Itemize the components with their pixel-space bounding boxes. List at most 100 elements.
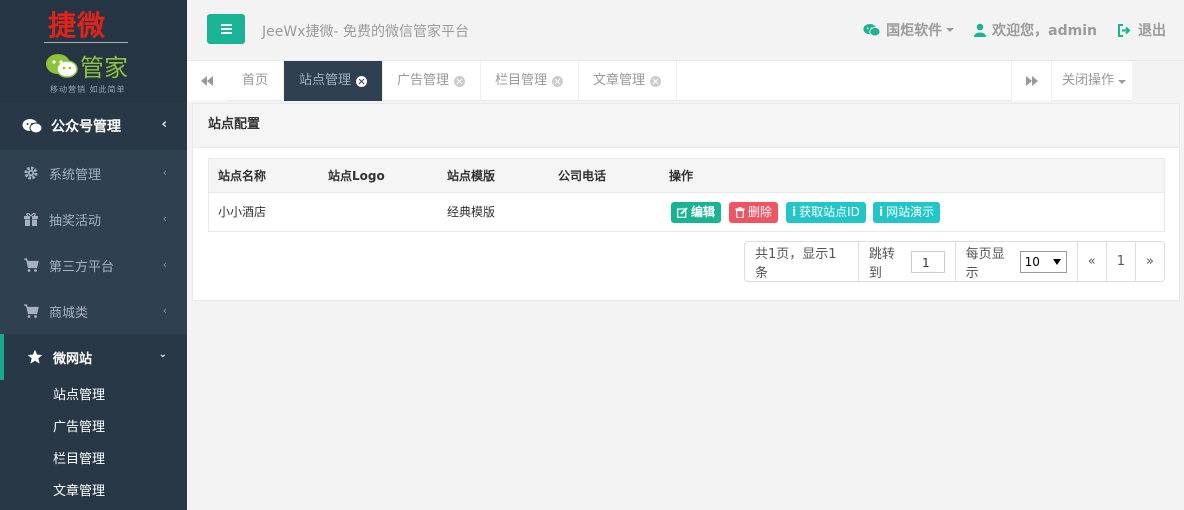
logo-title: 捷微 (48, 9, 107, 42)
tab-article-management[interactable]: 文章管理 (578, 61, 678, 101)
info-icon: i (792, 205, 797, 219)
company-dropdown[interactable]: 国炬软件 (863, 20, 955, 40)
prev-page-button[interactable]: « (1078, 242, 1107, 281)
chevron-left-icon: ‹ (161, 117, 167, 132)
logo: 捷微 管家 移动营销 如此简单 (0, 0, 187, 102)
column-header: 站点Logo (328, 169, 385, 183)
submenu-item-article-management[interactable]: 文章管理 (0, 476, 187, 508)
sidebar-item-label: 商城类 (49, 305, 89, 321)
get-site-id-button[interactable]: i 获取站点ID (786, 202, 866, 223)
site-name-cell: 小小酒店 (218, 205, 267, 219)
per-page-label: 每页显示 (965, 246, 1005, 281)
chevron-left-icon: ‹ (162, 212, 167, 225)
info-icon: i (879, 205, 884, 219)
tab-site-management[interactable]: 站点管理 (284, 61, 384, 101)
tab-label: 文章管理 (593, 73, 646, 88)
edit-button[interactable]: 编辑 (671, 202, 722, 223)
gear-icon (24, 166, 38, 180)
column-header: 站点模版 (447, 169, 496, 183)
delete-label: 删除 (748, 205, 773, 219)
table-header: 站点名称 站点Logo 站点模版 公司电话 操作 (209, 159, 1164, 193)
star-icon (27, 349, 43, 364)
logout-label: 退出 (1138, 23, 1166, 39)
wechat-logo-icon (46, 54, 78, 78)
close-icon[interactable] (552, 75, 564, 87)
sidebar-item-wechat-accounts[interactable]: 公众号管理 ‹ (0, 102, 187, 150)
tab-label: 广告管理 (397, 73, 450, 88)
tab-column-management[interactable]: 栏目管理 (480, 61, 580, 101)
edit-label: 编辑 (691, 205, 716, 219)
wechat-icon (22, 119, 42, 134)
tab-home[interactable]: 首页 (227, 61, 285, 101)
per-page-select[interactable]: 10 (1019, 250, 1067, 273)
backward-icon (201, 76, 213, 86)
column-header: 操作 (669, 169, 694, 183)
sidebar-item-label: 抽奖活动 (49, 213, 102, 229)
logo-slogan: 移动营销 如此简单 (50, 85, 126, 94)
cart-icon (24, 258, 39, 272)
submenu-item-site-management[interactable]: 站点管理 (0, 380, 187, 412)
logout-link[interactable]: 退出 (1117, 20, 1166, 40)
pagination-summary: 共1页，显示1条 (745, 242, 859, 281)
forward-icon (1025, 76, 1038, 86)
jump-label: 跳转到 (868, 246, 895, 281)
site-config-panel: 站点配置 站点名称 站点Logo 站点模版 公司电话 操作 小小酒店 经典模版 … (192, 103, 1180, 301)
hamburger-icon-line (221, 28, 232, 30)
delete-button[interactable]: 删除 (729, 202, 779, 223)
logo-subtitle: 管家 (80, 54, 128, 82)
close-icon[interactable] (454, 75, 466, 87)
caret-down-icon (946, 28, 955, 32)
menu-toggle-button[interactable] (207, 14, 245, 44)
sidebar: 捷微 管家 移动营销 如此简单 公众号管理 ‹ 系统管理 ‹ 抽奖活动 ‹ 第三… (0, 0, 187, 510)
header-title: JeeWx捷微- 免费的微信管家平台 (262, 24, 469, 40)
close-icon[interactable] (356, 75, 368, 87)
site-template-cell: 经典模版 (447, 205, 496, 219)
page-tabs: 首页 站点管理 广告管理 栏目管理 文章管理 (187, 61, 1132, 101)
site-demo-button[interactable]: i 网站演示 (873, 202, 941, 223)
tab-label: 站点管理 (299, 73, 352, 88)
tab-label: 首页 (242, 73, 269, 88)
chevron-down-icon: ⌄ (158, 349, 167, 360)
user-icon (974, 23, 987, 37)
panel-title: 站点配置 (193, 104, 1179, 148)
chevron-left-icon: ‹ (162, 304, 167, 317)
sidebar-item-system[interactable]: 系统管理 ‹ (0, 150, 187, 196)
pagination: 共1页，显示1条 跳转到 1 每页显示 10 « 1 » (744, 241, 1165, 282)
top-header: JeeWx捷微- 免费的微信管家平台 国炬软件 欢迎您，admin 退出 (187, 0, 1184, 61)
sidebar-item-mall[interactable]: 商城类 ‹ (0, 288, 187, 334)
page-number-button[interactable]: 1 (1107, 242, 1137, 281)
close-icon[interactable] (650, 75, 662, 87)
sidebar-submenu: 站点管理 广告管理 栏目管理 文章管理 (0, 380, 187, 510)
welcome-text: 欢迎您，admin (992, 23, 1097, 39)
gift-icon (24, 213, 38, 226)
table-row: 小小酒店 经典模版 编辑 删除 i 获取站点ID i 网站演示 (209, 193, 1164, 231)
user-welcome: 欢迎您，admin (974, 20, 1097, 40)
submenu-item-column-management[interactable]: 栏目管理 (0, 444, 187, 476)
per-page: 每页显示 10 (956, 242, 1078, 281)
site-table: 站点名称 站点Logo 站点模版 公司电话 操作 小小酒店 经典模版 编辑 删除… (208, 158, 1165, 232)
next-page-button[interactable]: » (1136, 242, 1164, 281)
tab-scroll-left-button[interactable] (187, 61, 227, 101)
tab-label: 栏目管理 (495, 73, 548, 88)
tab-scroll-right-button[interactable] (1011, 61, 1051, 101)
jump-page-input[interactable]: 1 (911, 250, 945, 273)
wechat-icon (863, 24, 881, 37)
company-name: 国炬软件 (886, 23, 943, 39)
cart-icon (24, 304, 39, 318)
site-demo-label: 网站演示 (886, 205, 935, 219)
sidebar-item-label: 系统管理 (49, 167, 102, 183)
column-header: 站点名称 (218, 169, 267, 183)
tab-ad-management[interactable]: 广告管理 (382, 61, 482, 101)
sidebar-item-micro-site[interactable]: 微网站 ⌄ (0, 334, 187, 380)
sidebar-item-label: 公众号管理 (51, 119, 121, 135)
caret-down-icon (1118, 80, 1127, 84)
close-operations-dropdown[interactable]: 关闭操作 (1051, 61, 1132, 101)
sidebar-item-third-party[interactable]: 第三方平台 ‹ (0, 242, 187, 288)
logo-divider (44, 42, 128, 43)
sidebar-item-label: 第三方平台 (49, 259, 115, 275)
column-header: 公司电话 (558, 169, 607, 183)
get-site-id-label: 获取站点ID (799, 205, 860, 219)
dropdown-arrow-icon (1052, 258, 1061, 265)
sidebar-item-lottery[interactable]: 抽奖活动 ‹ (0, 196, 187, 242)
submenu-item-ad-management[interactable]: 广告管理 (0, 412, 187, 444)
